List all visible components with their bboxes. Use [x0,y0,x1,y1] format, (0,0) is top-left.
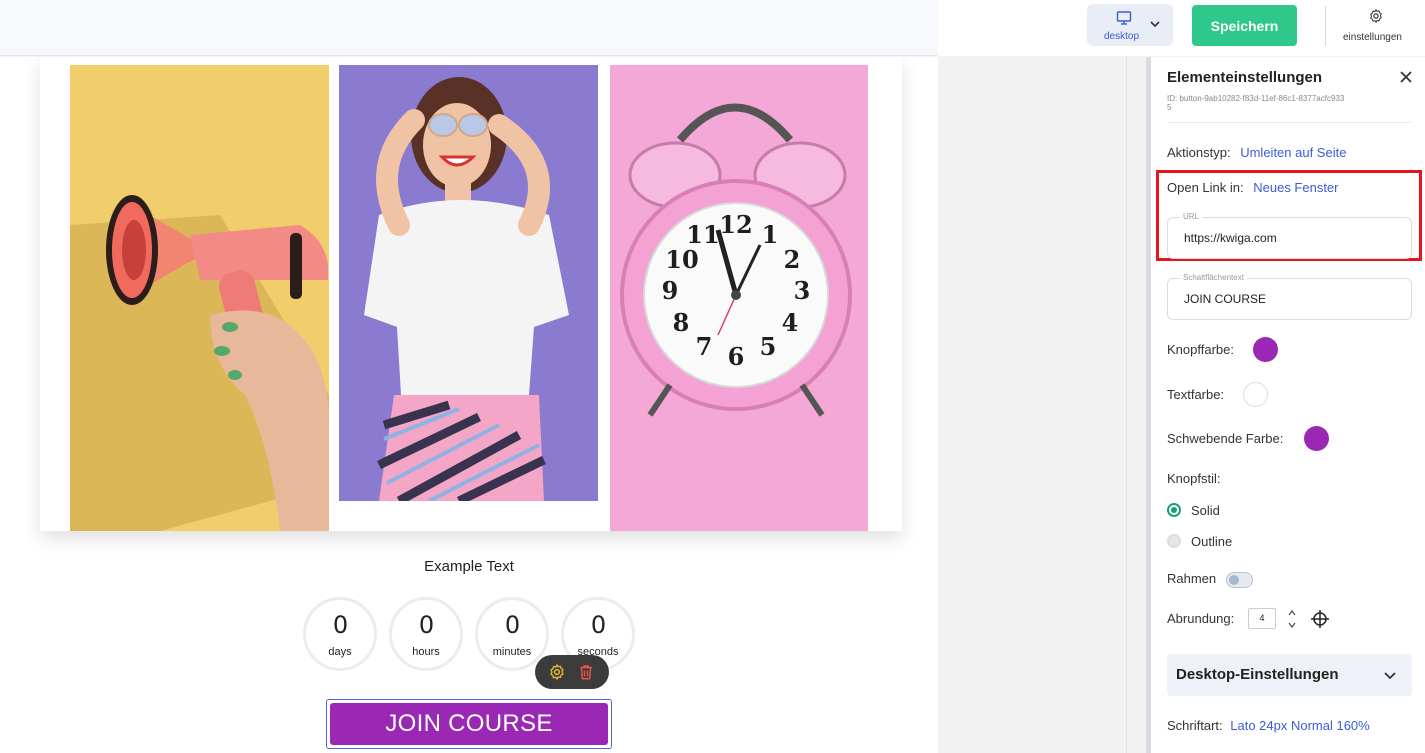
timer-value: 0 [418,611,434,639]
svg-text:11: 11 [686,220,719,249]
timer-hours[interactable]: 0 hours [389,597,463,671]
url-value[interactable]: https://kwiga.com [1184,231,1277,245]
svg-text:4: 4 [782,308,799,337]
button-style-label: Knopfstil: [1167,471,1221,486]
device-label: desktop [1104,31,1140,42]
font-label: Schriftart: [1167,718,1223,733]
button-text-label: Schaltflächentext [1180,273,1247,282]
desktop-settings-section[interactable]: Desktop-Einstellungen [1167,654,1412,696]
button-color-swatch[interactable] [1253,337,1278,362]
trash-icon[interactable] [577,663,595,681]
editor-canvas: 12 1 2 345 678 9 10 11 Example Text 0 days 0… [0,57,938,753]
gear-icon [1370,9,1382,23]
svg-text:8: 8 [673,308,690,337]
settings-label: einstellungen [1343,32,1402,43]
action-type-select[interactable]: Umleiten auf Seite [1240,145,1346,160]
svg-text:6: 6 [728,342,745,371]
join-button-selection: JOIN COURSE [326,699,612,749]
svg-text:12: 12 [719,210,752,239]
save-button[interactable]: Speichern [1192,5,1297,46]
timer-unit: minutes [492,646,532,658]
panel-title: Elementeinstellungen [1167,69,1323,86]
open-link-row: Open Link in: Neues Fenster [1167,180,1339,195]
close-icon[interactable] [1399,70,1413,84]
desktop-settings-title: Desktop-Einstellungen [1176,666,1339,683]
style-solid-radio[interactable] [1167,503,1181,517]
timer-value: 0 [332,611,348,639]
action-type-label: Aktionstyp: [1167,145,1231,160]
join-course-button[interactable]: JOIN COURSE [330,703,608,745]
element-settings-panel: Elementeinstellungen ID: button-9ab10282… [1151,57,1425,753]
chevron-down-icon [1150,21,1160,28]
gallery-image-woman[interactable] [339,65,598,501]
svg-text:1: 1 [762,220,779,249]
top-bar: desktop Speichern einstellungen [0,0,1425,56]
chevron-down-icon [1384,672,1396,680]
element-toolbar [535,655,609,689]
font-row: Schriftart: Lato 24px Normal 160% [1167,718,1370,733]
url-field[interactable]: URL https://kwiga.com [1167,212,1412,259]
timer-days[interactable]: 0 days [303,597,377,671]
timer-minutes[interactable]: 0 minutes [475,597,549,671]
svg-text:9: 9 [662,276,679,305]
style-outline-label[interactable]: Outline [1191,534,1232,549]
style-solid-label[interactable]: Solid [1191,503,1220,518]
divider [1325,6,1326,46]
style-outline-radio[interactable] [1167,534,1181,548]
timer-unit: days [328,646,352,658]
button-color-label: Knopffarbe: [1167,342,1234,357]
button-text-value[interactable]: JOIN COURSE [1184,292,1266,306]
stepper-icon[interactable] [1287,607,1297,631]
timer-unit: hours [412,646,440,658]
gallery-image-megaphone[interactable] [70,65,329,531]
svg-text:3: 3 [794,276,811,305]
svg-text:2: 2 [784,245,801,274]
rounding-label: Abrundung: [1167,611,1235,626]
text-color-swatch[interactable] [1243,382,1268,407]
url-label: URL [1180,212,1203,221]
border-toggle[interactable] [1226,572,1253,588]
timer-value: 0 [590,611,606,639]
open-link-select[interactable]: Neues Fenster [1253,180,1338,195]
svg-text:5: 5 [760,332,777,361]
timer-value: 0 [504,611,520,639]
button-text-field[interactable]: Schaltflächentext JOIN COURSE [1167,273,1412,320]
hover-color-swatch[interactable] [1304,426,1329,451]
svg-text:7: 7 [696,332,713,361]
element-id: ID: button-9ab10282-f83d-11ef-86c1-8377a… [1167,94,1345,112]
example-text[interactable]: Example Text [0,558,938,575]
action-type-row: Aktionstyp: Umleiten auf Seite [1167,145,1346,160]
settings-button[interactable]: einstellungen [1340,8,1414,48]
crosshair-icon[interactable] [1311,610,1329,628]
rounding-input[interactable]: 4 [1248,608,1276,629]
open-link-label: Open Link in: [1167,180,1244,195]
gear-icon[interactable] [548,663,566,681]
hover-color-label: Schwebende Farbe: [1167,431,1284,446]
svg-text:10: 10 [665,245,698,274]
text-color-label: Textfarbe: [1167,387,1225,402]
border-label: Rahmen [1167,571,1217,586]
monitor-icon [1116,11,1132,25]
device-switcher[interactable]: desktop [1087,4,1173,46]
font-value[interactable]: Lato 24px Normal 160% [1230,718,1369,733]
gallery-image-alarm-clock[interactable]: 12 1 2 345 678 9 10 11 [610,65,868,531]
